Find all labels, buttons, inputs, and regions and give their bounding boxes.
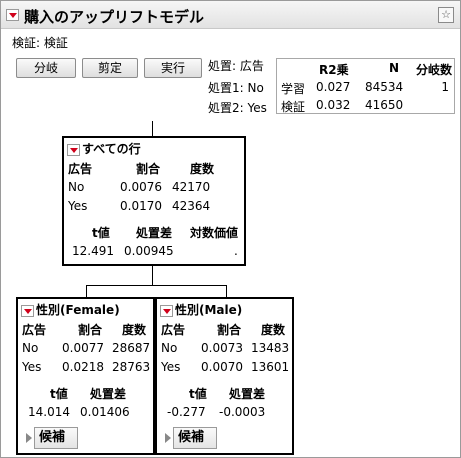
connector-top	[152, 121, 153, 137]
prune-button[interactable]: 剪定	[82, 58, 138, 78]
row-count: 42170	[172, 180, 211, 194]
t-value-header: t値	[92, 226, 110, 240]
treatment-diff: 0.00945	[124, 244, 174, 258]
row-count: 28687	[112, 341, 151, 355]
row-count: 13483	[251, 341, 290, 355]
report-title: 購入のアップリフトモデル	[24, 8, 205, 26]
t-value-header: t値	[50, 387, 68, 401]
n-header: N	[389, 61, 400, 75]
logworth-value: .	[234, 244, 238, 258]
connector-horizontal	[86, 285, 227, 286]
female-node: 性別(Female) 広告 割合 度数 No 0.0077 28687 Yes …	[16, 297, 155, 455]
node-title: 性別(Female)	[36, 303, 120, 317]
col-header-treatment: 広告	[161, 323, 186, 337]
t-value: -0.277	[167, 405, 206, 419]
split-button[interactable]: 分岐	[16, 58, 76, 78]
red-triangle-icon[interactable]	[21, 304, 34, 317]
fit-statistics-table: R2乗 N 分岐数 学習 0.027 84534 1 検証 0.032 4165…	[276, 58, 455, 114]
validation-label: 検証: 検証	[12, 36, 68, 50]
row-rate: 0.0170	[120, 199, 162, 213]
row-level: Yes	[161, 360, 181, 374]
red-triangle-icon[interactable]	[67, 143, 80, 156]
t-value-header: t値	[189, 387, 207, 401]
disclosure-triangle-icon[interactable]	[26, 433, 32, 443]
row-rate: 0.0077	[62, 341, 104, 355]
treatment-label: 処置: 広告	[208, 59, 264, 73]
row-rate: 0.0218	[62, 360, 104, 374]
training-splits: 1	[441, 80, 449, 94]
col-header-count: 度数	[190, 162, 215, 176]
star-icon[interactable]: ☆	[438, 7, 454, 23]
go-button[interactable]: 実行	[144, 58, 202, 78]
title-bar: 購入のアップリフトモデル ☆	[1, 1, 460, 29]
col-header-rate: 割合	[217, 323, 242, 337]
col-header-count: 度数	[122, 323, 147, 337]
row-rate: 0.0073	[201, 341, 243, 355]
node-title: すべての行	[82, 142, 141, 156]
treatment-diff: -0.0003	[219, 405, 266, 419]
candidates-button[interactable]: 候補	[34, 427, 78, 449]
col-header-count: 度数	[261, 323, 286, 337]
col-header-treatment: 広告	[22, 323, 47, 337]
treatment2-label: 処置2: Yes	[208, 101, 267, 115]
training-n: 84534	[365, 80, 404, 94]
root-node: すべての行 広告 割合 度数 No 0.0076 42170 Yes 0.017…	[62, 136, 246, 266]
treatment-diff: 0.01406	[80, 405, 130, 419]
red-triangle-icon[interactable]	[6, 9, 19, 21]
row-rate: 0.0076	[120, 180, 162, 194]
logworth-header: 対数価値	[190, 226, 239, 240]
validation-n: 41650	[365, 98, 404, 112]
col-header-rate: 割合	[78, 323, 103, 337]
row-level: Yes	[68, 199, 88, 213]
training-label: 学習	[281, 82, 306, 96]
row-level: No	[22, 341, 39, 355]
splits-header: 分岐数	[416, 63, 453, 77]
t-value: 12.491	[72, 244, 114, 258]
row-level: No	[161, 341, 178, 355]
validation-row-label: 検証	[281, 100, 306, 114]
row-count: 28763	[112, 360, 151, 374]
row-level: No	[68, 180, 85, 194]
node-title: 性別(Male)	[175, 303, 243, 317]
col-header-treatment: 広告	[68, 162, 93, 176]
disclosure-triangle-icon[interactable]	[165, 433, 171, 443]
t-value: 14.014	[28, 405, 70, 419]
male-node: 性別(Male) 広告 割合 度数 No 0.0073 13483 Yes 0.…	[155, 297, 294, 455]
red-triangle-icon[interactable]	[160, 304, 173, 317]
candidates-button[interactable]: 候補	[173, 427, 217, 449]
validation-r2: 0.032	[316, 98, 351, 112]
treatment-diff-header: 処置差	[229, 387, 266, 401]
connector-root-down	[152, 265, 153, 285]
row-level: Yes	[22, 360, 42, 374]
col-header-rate: 割合	[136, 162, 161, 176]
treatment-diff-header: 処置差	[90, 387, 127, 401]
row-count: 42364	[172, 199, 211, 213]
training-r2: 0.027	[316, 80, 351, 94]
row-rate: 0.0070	[201, 360, 243, 374]
treatment-diff-header: 処置差	[136, 226, 173, 240]
row-count: 13601	[251, 360, 290, 374]
r2-header: R2乗	[319, 63, 349, 77]
treatment1-label: 処置1: No	[208, 81, 264, 95]
